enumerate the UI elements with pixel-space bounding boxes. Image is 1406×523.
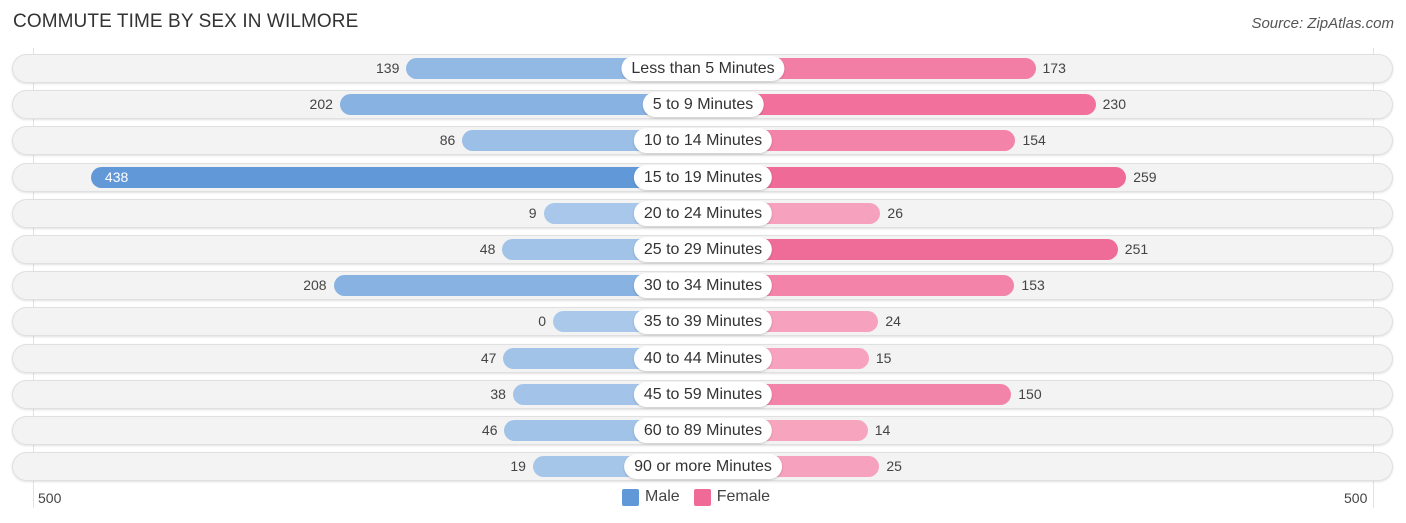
value-label-female: 153 bbox=[1021, 277, 1045, 294]
legend-item-male: Male bbox=[622, 488, 680, 506]
legend-item-female: Female bbox=[693, 488, 771, 506]
value-label-male: 38 bbox=[490, 385, 506, 402]
legend-label-male: Male bbox=[645, 488, 680, 505]
value-label-female: 150 bbox=[1018, 385, 1042, 402]
value-label-male: 208 bbox=[303, 277, 327, 294]
value-label-female: 173 bbox=[1042, 60, 1066, 76]
category-label: 20 to 24 Minutes bbox=[633, 200, 773, 226]
value-label-female: 25 bbox=[886, 458, 902, 475]
value-label-male: 48 bbox=[479, 241, 496, 257]
category-label: 10 to 14 Minutes bbox=[633, 128, 773, 154]
category-label: 15 to 19 Minutes bbox=[633, 164, 773, 190]
value-label-female: 230 bbox=[1102, 96, 1126, 113]
value-label-male: 139 bbox=[376, 60, 400, 76]
value-label-female: 24 bbox=[885, 313, 901, 330]
category-label: Less than 5 Minutes bbox=[621, 56, 785, 81]
category-label: 45 to 59 Minutes bbox=[633, 381, 773, 407]
chart-title: COMMUTE TIME BY SEX IN WILMORE bbox=[13, 11, 359, 32]
source-label: Source: ZipAtlas.com bbox=[1251, 15, 1394, 32]
category-label: 5 to 9 Minutes bbox=[642, 92, 764, 118]
category-label: 35 to 39 Minutes bbox=[633, 309, 773, 335]
value-label-male: 19 bbox=[510, 458, 526, 475]
value-label-male: 47 bbox=[480, 349, 497, 366]
value-label-female: 14 bbox=[874, 422, 891, 438]
value-label-female: 15 bbox=[875, 349, 892, 366]
value-label-female: 26 bbox=[887, 204, 903, 221]
value-label-female: 259 bbox=[1133, 168, 1157, 185]
axis-label-left: 500 bbox=[38, 490, 62, 506]
value-label-male: 46 bbox=[481, 422, 498, 438]
legend-swatch-male bbox=[622, 488, 639, 506]
value-label-male: 86 bbox=[439, 132, 456, 149]
axis-label-right: 500 bbox=[1344, 490, 1368, 506]
category-label: 30 to 34 Minutes bbox=[633, 273, 773, 299]
bar-male bbox=[90, 166, 703, 188]
category-label: 40 to 44 Minutes bbox=[633, 345, 773, 371]
category-label: 25 to 29 Minutes bbox=[633, 237, 773, 262]
value-label-female: 154 bbox=[1022, 132, 1046, 149]
value-label-female: 251 bbox=[1124, 241, 1149, 257]
category-label: 60 to 89 Minutes bbox=[633, 418, 773, 443]
legend-label-female: Female bbox=[716, 488, 771, 505]
value-label-male: 438 bbox=[104, 168, 129, 185]
value-label-male: 202 bbox=[309, 96, 333, 113]
legend: Male Female bbox=[622, 488, 784, 506]
legend-swatch-female bbox=[693, 488, 711, 506]
value-label-male: 9 bbox=[528, 204, 537, 221]
value-label-male: 0 bbox=[538, 313, 546, 330]
category-label: 90 or more Minutes bbox=[624, 454, 782, 480]
